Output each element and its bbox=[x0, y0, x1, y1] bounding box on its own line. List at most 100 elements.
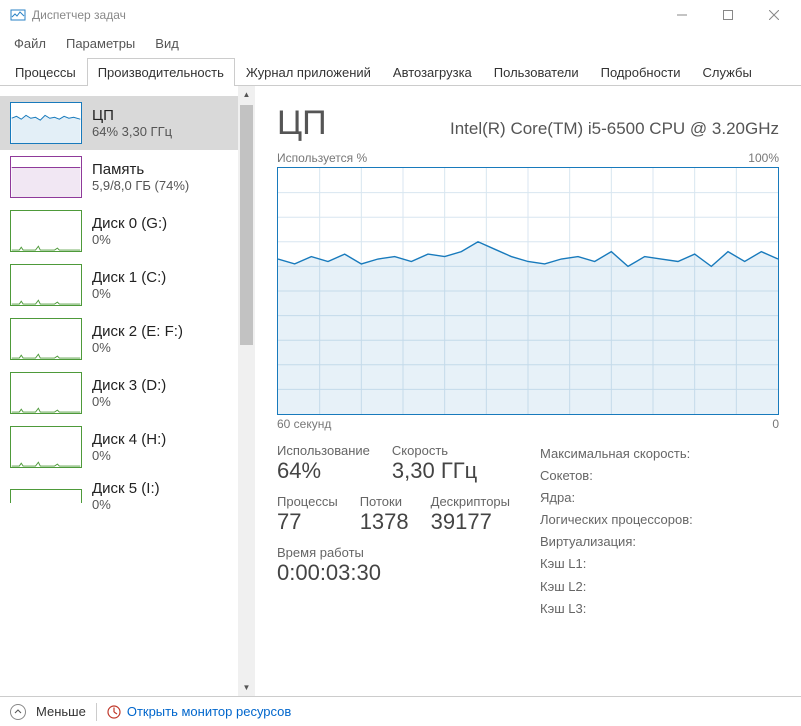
info-virt: Виртуализация: bbox=[540, 531, 693, 553]
stat-processes: Процессы 77 bbox=[277, 494, 338, 535]
close-button[interactable] bbox=[751, 0, 797, 30]
stats-left: Использование 64% Скорость 3,30 ГГц Проц… bbox=[277, 443, 510, 620]
sidebar-item-2[interactable]: Диск 0 (G:)0% bbox=[0, 204, 238, 258]
tab-users[interactable]: Пользователи bbox=[483, 58, 590, 86]
sidebar-item-text: Диск 4 (H:)0% bbox=[92, 431, 166, 463]
info-list: Максимальная скорость: Сокетов: Ядра: Ло… bbox=[540, 443, 693, 620]
scroll-down-icon[interactable]: ▼ bbox=[238, 679, 255, 696]
sidebar-item-sub: 0% bbox=[92, 448, 166, 463]
sidebar-item-text: Диск 3 (D:)0% bbox=[92, 377, 166, 409]
sidebar: ЦП64% 3,30 ГГц Память5,9/8,0 ГБ (74%) Диск… bbox=[0, 86, 255, 696]
stat-uptime-value: 0:00:03:30 bbox=[277, 560, 510, 586]
tab-bar: Процессы Производительность Журнал прило… bbox=[0, 57, 801, 86]
maximize-button[interactable] bbox=[705, 0, 751, 30]
sidebar-item-label: Диск 2 (E: F:) bbox=[92, 323, 183, 340]
sidebar-item-text: Диск 5 (I:)0% bbox=[92, 480, 160, 512]
detail-header: ЦП Intel(R) Core(TM) i5-6500 CPU @ 3.20G… bbox=[277, 104, 779, 143]
menu-options[interactable]: Параметры bbox=[58, 32, 143, 55]
open-resource-monitor-label: Открыть монитор ресурсов bbox=[127, 704, 291, 719]
scroll-thumb[interactable] bbox=[240, 105, 253, 345]
sidebar-item-sub: 5,9/8,0 ГБ (74%) bbox=[92, 178, 189, 193]
info-l3: Кэш L3: bbox=[540, 598, 693, 620]
thumb-graph bbox=[10, 426, 82, 468]
window-title: Диспетчер задач bbox=[32, 8, 659, 22]
window-controls bbox=[659, 0, 797, 30]
tab-services[interactable]: Службы bbox=[692, 58, 763, 86]
info-l1: Кэш L1: bbox=[540, 553, 693, 575]
sidebar-item-text: Диск 0 (G:)0% bbox=[92, 215, 167, 247]
scroll-up-icon[interactable]: ▲ bbox=[238, 86, 255, 103]
stat-speed-label: Скорость bbox=[392, 443, 477, 458]
stat-processes-value: 77 bbox=[277, 509, 338, 535]
less-button[interactable]: Меньше bbox=[36, 704, 86, 719]
tab-processes[interactable]: Процессы bbox=[4, 58, 87, 86]
sidebar-item-6[interactable]: Диск 4 (H:)0% bbox=[0, 420, 238, 474]
sidebar-item-1[interactable]: Память5,9/8,0 ГБ (74%) bbox=[0, 150, 238, 204]
thumb-graph bbox=[10, 264, 82, 306]
graph-label-right: 100% bbox=[748, 151, 779, 165]
sidebar-item-7[interactable]: Диск 5 (I:)0% bbox=[0, 474, 238, 518]
axis-left: 60 секунд bbox=[277, 417, 331, 431]
stats-area: Использование 64% Скорость 3,30 ГГц Проц… bbox=[277, 443, 779, 620]
sidebar-item-text: ЦП64% 3,30 ГГц bbox=[92, 107, 172, 139]
sidebar-item-label: Диск 1 (C:) bbox=[92, 269, 166, 286]
title-bar: Диспетчер задач bbox=[0, 0, 801, 30]
stat-handles: Дескрипторы 39177 bbox=[431, 494, 510, 535]
divider bbox=[96, 703, 97, 721]
thumb-graph bbox=[10, 210, 82, 252]
info-logical: Логических процессоров: bbox=[540, 509, 693, 531]
stat-handles-value: 39177 bbox=[431, 509, 510, 535]
menu-view[interactable]: Вид bbox=[147, 32, 187, 55]
sidebar-item-3[interactable]: Диск 1 (C:)0% bbox=[0, 258, 238, 312]
stat-uptime-label: Время работы bbox=[277, 545, 510, 560]
tab-startup[interactable]: Автозагрузка bbox=[382, 58, 483, 86]
stat-usage: Использование 64% bbox=[277, 443, 370, 484]
thumb-graph bbox=[10, 102, 82, 144]
info-maxspeed: Максимальная скорость: bbox=[540, 443, 693, 465]
open-resource-monitor-link[interactable]: Открыть монитор ресурсов bbox=[107, 704, 291, 719]
sidebar-item-label: Диск 4 (H:) bbox=[92, 431, 166, 448]
sidebar-list: ЦП64% 3,30 ГГц Память5,9/8,0 ГБ (74%) Диск… bbox=[0, 86, 238, 696]
axis-right: 0 bbox=[772, 417, 779, 431]
menu-file[interactable]: Файл bbox=[6, 32, 54, 55]
sidebar-item-sub: 0% bbox=[92, 497, 160, 512]
detail-subtitle: Intel(R) Core(TM) i5-6500 CPU @ 3.20GHz bbox=[353, 119, 779, 139]
collapse-icon[interactable] bbox=[10, 704, 26, 720]
thumb-graph bbox=[10, 156, 82, 198]
app-icon bbox=[10, 7, 26, 23]
resource-monitor-icon bbox=[107, 705, 121, 719]
graph-label-left: Используется % bbox=[277, 151, 367, 165]
sidebar-item-sub: 0% bbox=[92, 232, 167, 247]
minimize-button[interactable] bbox=[659, 0, 705, 30]
thumb-graph bbox=[10, 318, 82, 360]
tab-app-history[interactable]: Журнал приложений bbox=[235, 58, 382, 86]
tab-performance[interactable]: Производительность bbox=[87, 58, 235, 86]
stat-handles-label: Дескрипторы bbox=[431, 494, 510, 509]
sidebar-item-label: ЦП bbox=[92, 107, 172, 124]
thumb-graph bbox=[10, 489, 82, 503]
detail-title: ЦП bbox=[277, 104, 327, 143]
stat-threads-value: 1378 bbox=[360, 509, 409, 535]
sidebar-item-label: Диск 3 (D:) bbox=[92, 377, 166, 394]
sidebar-item-5[interactable]: Диск 3 (D:)0% bbox=[0, 366, 238, 420]
sidebar-item-label: Диск 5 (I:) bbox=[92, 480, 160, 497]
sidebar-item-0[interactable]: ЦП64% 3,30 ГГц bbox=[0, 96, 238, 150]
cpu-graph bbox=[277, 167, 779, 415]
stat-speed: Скорость 3,30 ГГц bbox=[392, 443, 477, 484]
stat-speed-value: 3,30 ГГц bbox=[392, 458, 477, 484]
bottom-bar: Меньше Открыть монитор ресурсов bbox=[0, 696, 801, 726]
sidebar-item-sub: 0% bbox=[92, 340, 183, 355]
tab-details[interactable]: Подробности bbox=[590, 58, 692, 86]
sidebar-item-label: Память bbox=[92, 161, 189, 178]
menu-bar: Файл Параметры Вид bbox=[0, 30, 801, 57]
stat-uptime: Время работы 0:00:03:30 bbox=[277, 545, 510, 586]
sidebar-item-sub: 64% 3,30 ГГц bbox=[92, 124, 172, 139]
sidebar-item-4[interactable]: Диск 2 (E: F:)0% bbox=[0, 312, 238, 366]
sidebar-item-label: Диск 0 (G:) bbox=[92, 215, 167, 232]
sidebar-item-sub: 0% bbox=[92, 394, 166, 409]
graph-bottom-labels: 60 секунд 0 bbox=[277, 417, 779, 431]
sidebar-scrollbar[interactable]: ▲ ▼ bbox=[238, 86, 255, 696]
stat-processes-label: Процессы bbox=[277, 494, 338, 509]
sidebar-item-sub: 0% bbox=[92, 286, 166, 301]
info-cores: Ядра: bbox=[540, 487, 693, 509]
